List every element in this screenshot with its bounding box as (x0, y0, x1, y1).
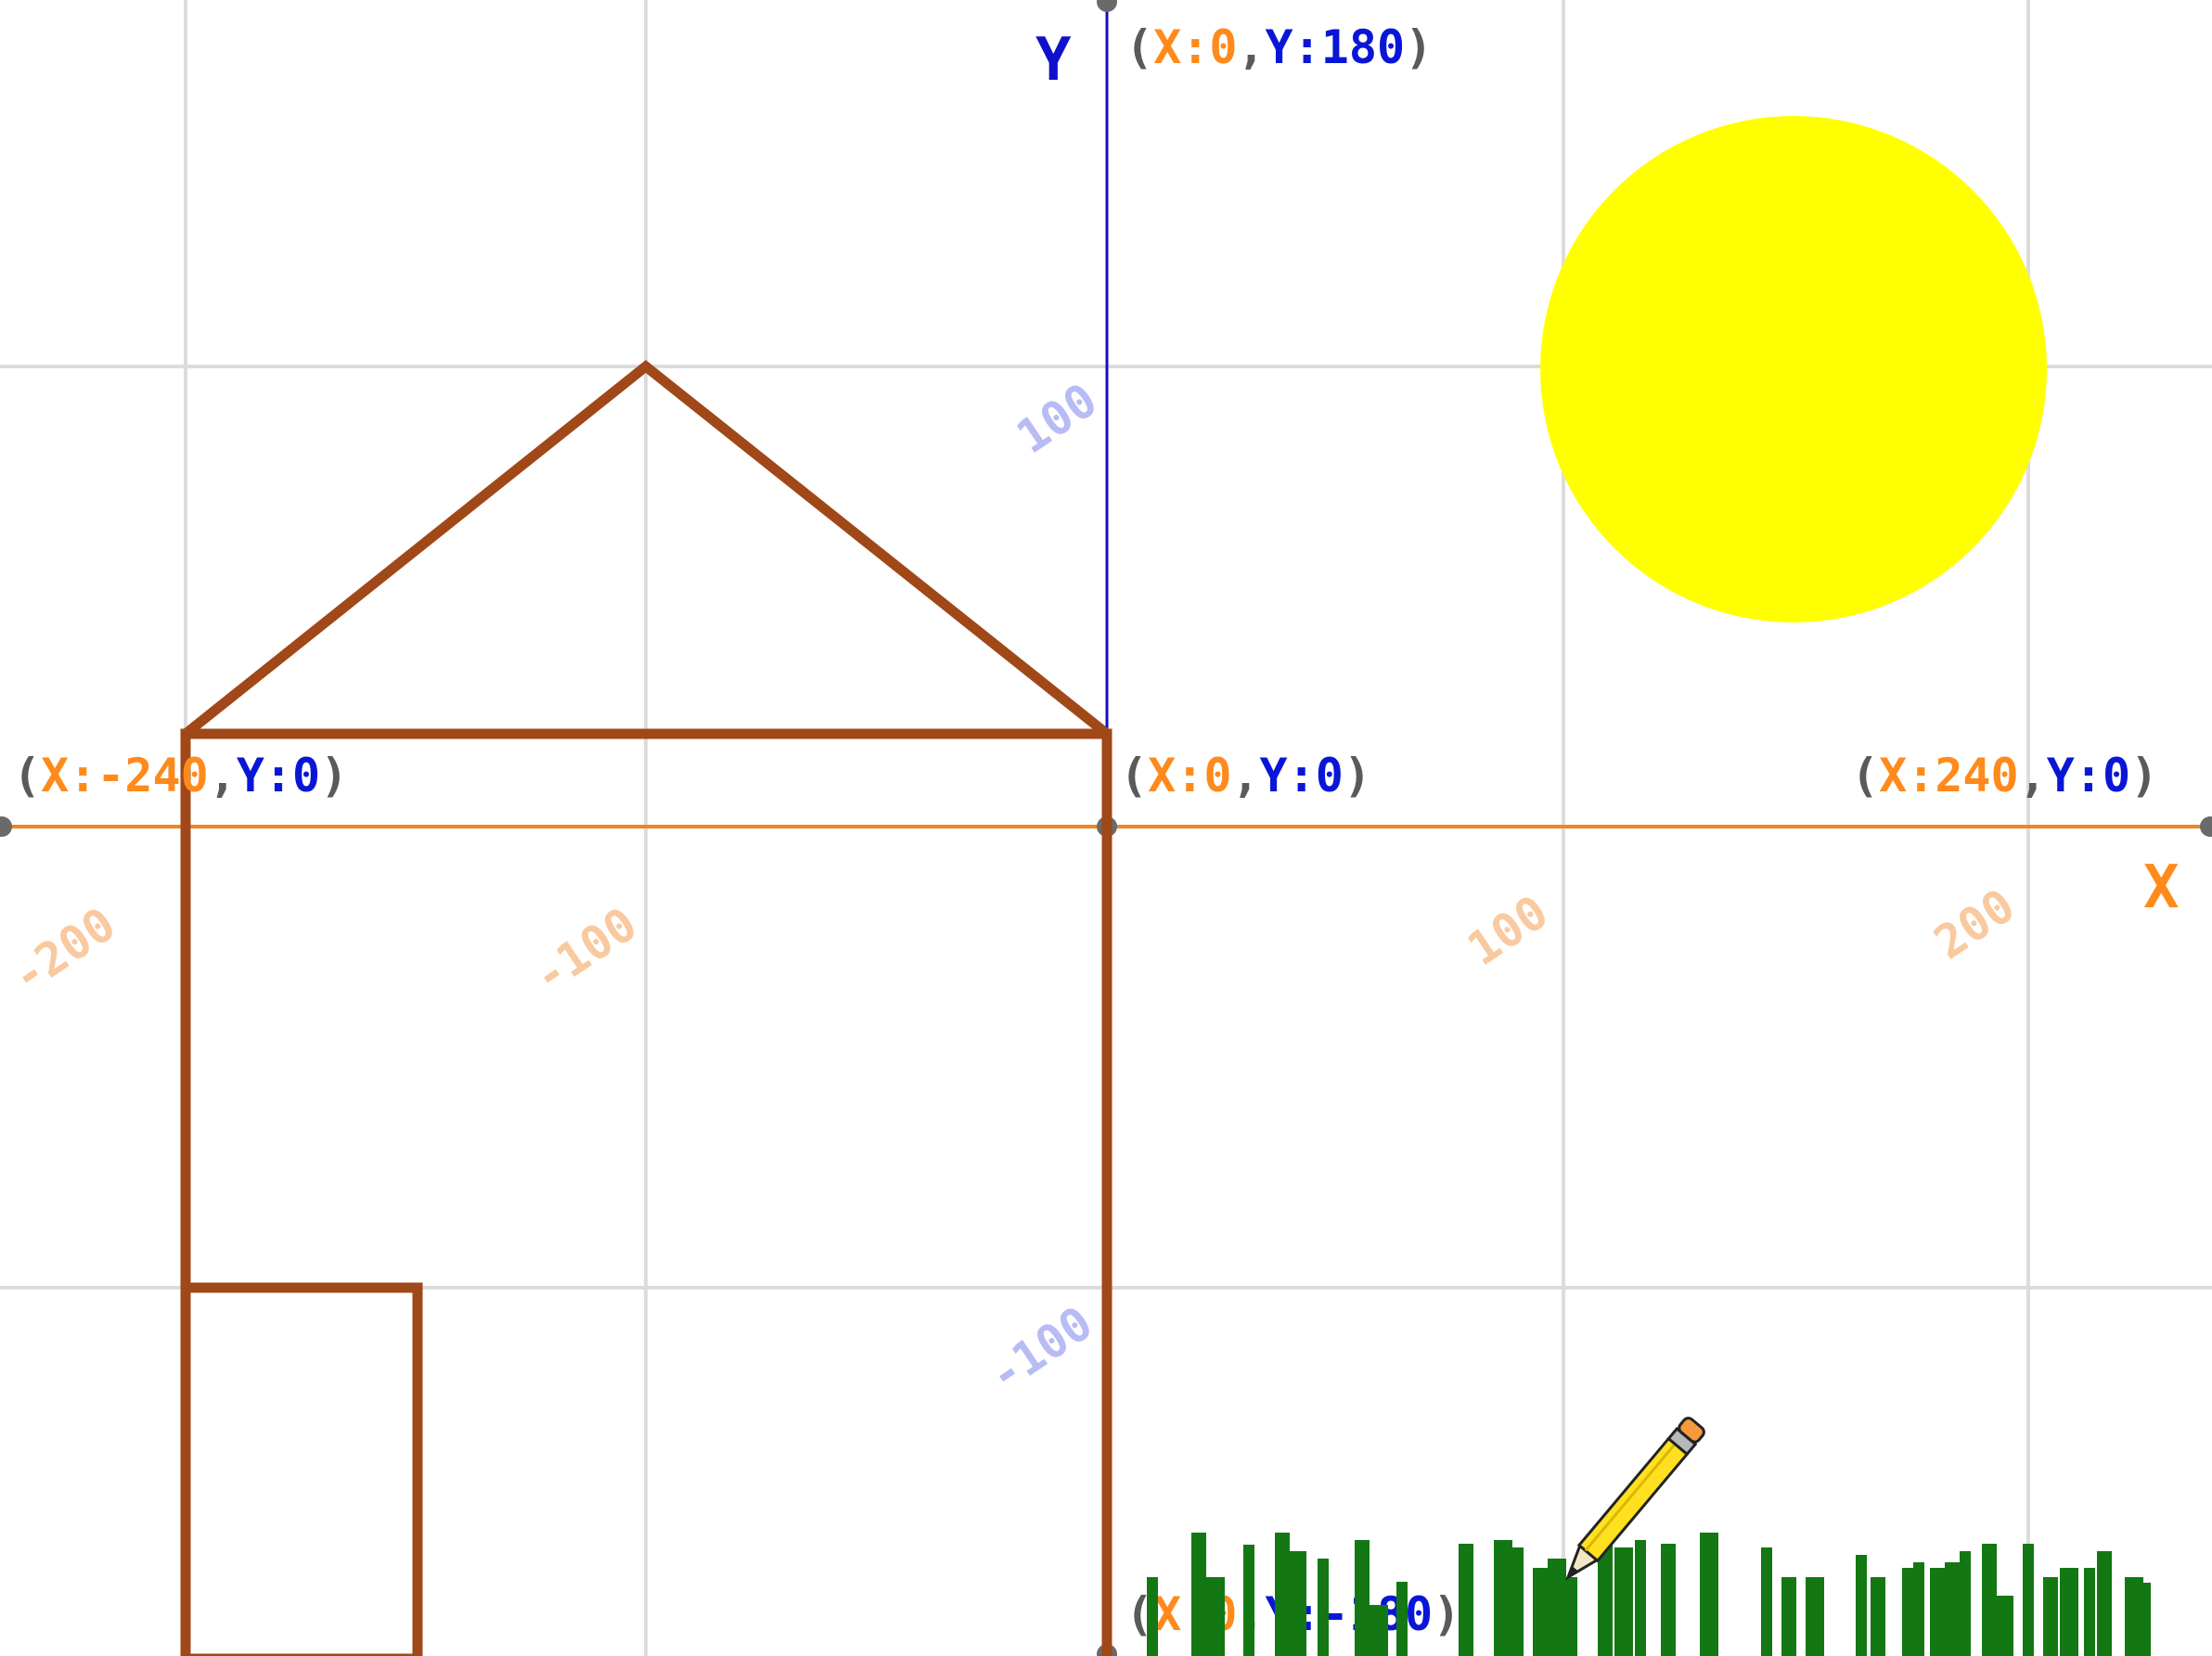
coord-y-value: Y:0 (2047, 749, 2130, 802)
grass-blade (1275, 1533, 1290, 1656)
coord-label-y-180: (X:0,Y:180) (1125, 20, 1433, 74)
grass-blade (2140, 1583, 2151, 1656)
coord-paren-close: ) (1344, 749, 1371, 802)
grass-blade (1761, 1547, 1772, 1656)
coord-paren-open: ( (1851, 749, 1879, 802)
grass-blade (1700, 1533, 1718, 1656)
coord-paren-open: ( (13, 749, 41, 802)
coord-x-value: X:0 (1148, 749, 1231, 802)
stage-canvas[interactable]: Y X -200 -100 100 200 100 -100 (X:-240,Y… (0, 0, 2212, 1656)
grass-blade (1191, 1533, 1206, 1656)
grass-blade (1871, 1577, 1885, 1656)
coord-label-x-240: (X:240,Y:0) (1851, 749, 2158, 802)
coord-label-x-minus-240: (X:-240,Y:0) (13, 749, 348, 802)
grass-blade (1147, 1577, 1158, 1656)
grass-blade (1548, 1559, 1566, 1656)
coord-comma: , (1231, 749, 1259, 802)
grass-blade (2060, 1568, 2078, 1656)
grass-blade (1995, 1596, 2013, 1656)
grass-blade (1806, 1577, 1824, 1656)
x-axis-label: X (2143, 854, 2180, 922)
coord-x-value: X:0 (1153, 20, 1237, 74)
coord-y-value: Y:0 (1260, 749, 1344, 802)
grass-blade (1533, 1568, 1548, 1656)
y-axis-label: Y (1035, 26, 1072, 95)
grass-blade (2043, 1577, 2058, 1656)
grass-blade (1512, 1547, 1524, 1656)
coord-paren-close: ) (2130, 749, 2158, 802)
coord-y-value: Y:0 (237, 749, 320, 802)
grass-blade (1288, 1551, 1306, 1656)
grass-blade (1396, 1582, 1408, 1656)
coord-paren-close: ) (1405, 20, 1433, 74)
coord-y-value: Y:180 (1266, 20, 1406, 74)
grass-blade (2084, 1568, 2095, 1656)
sun-circle (1540, 116, 2047, 623)
coord-paren-open: ( (1125, 20, 1153, 74)
coord-comma: , (2019, 749, 2047, 802)
grass-blade (1370, 1605, 1388, 1656)
grass-blade (2097, 1551, 2112, 1656)
grass-blade (1318, 1559, 1329, 1656)
grass-blade (2023, 1544, 2034, 1656)
coord-paren-open: ( (1120, 749, 1148, 802)
coord-x-value: X:240 (1879, 749, 2019, 802)
grass-blade (1566, 1577, 1577, 1656)
coord-paren-close: ) (320, 749, 348, 802)
coord-paren-close: ) (1433, 1587, 1460, 1641)
grass-blade (1614, 1547, 1633, 1656)
grass-blade (1494, 1540, 1512, 1656)
grass-blade (1243, 1545, 1254, 1656)
grass-blade (1930, 1568, 1945, 1656)
grass-blade (1982, 1544, 1997, 1656)
grass-blade (1960, 1551, 1971, 1656)
coord-comma: , (1237, 20, 1265, 74)
grass-blade (1355, 1540, 1370, 1656)
grass-blade (1781, 1577, 1796, 1656)
coord-x-value: X:-240 (41, 749, 209, 802)
grass-blade (1856, 1555, 1867, 1656)
coord-comma: , (209, 749, 237, 802)
grass-blade (1913, 1562, 1924, 1656)
grass-blade (1661, 1544, 1676, 1656)
coord-label-origin: (X:0,Y:0) (1120, 749, 1371, 802)
grass-blade (1635, 1540, 1646, 1656)
grass-blade (1459, 1544, 1473, 1656)
grass-blade (1206, 1577, 1225, 1656)
